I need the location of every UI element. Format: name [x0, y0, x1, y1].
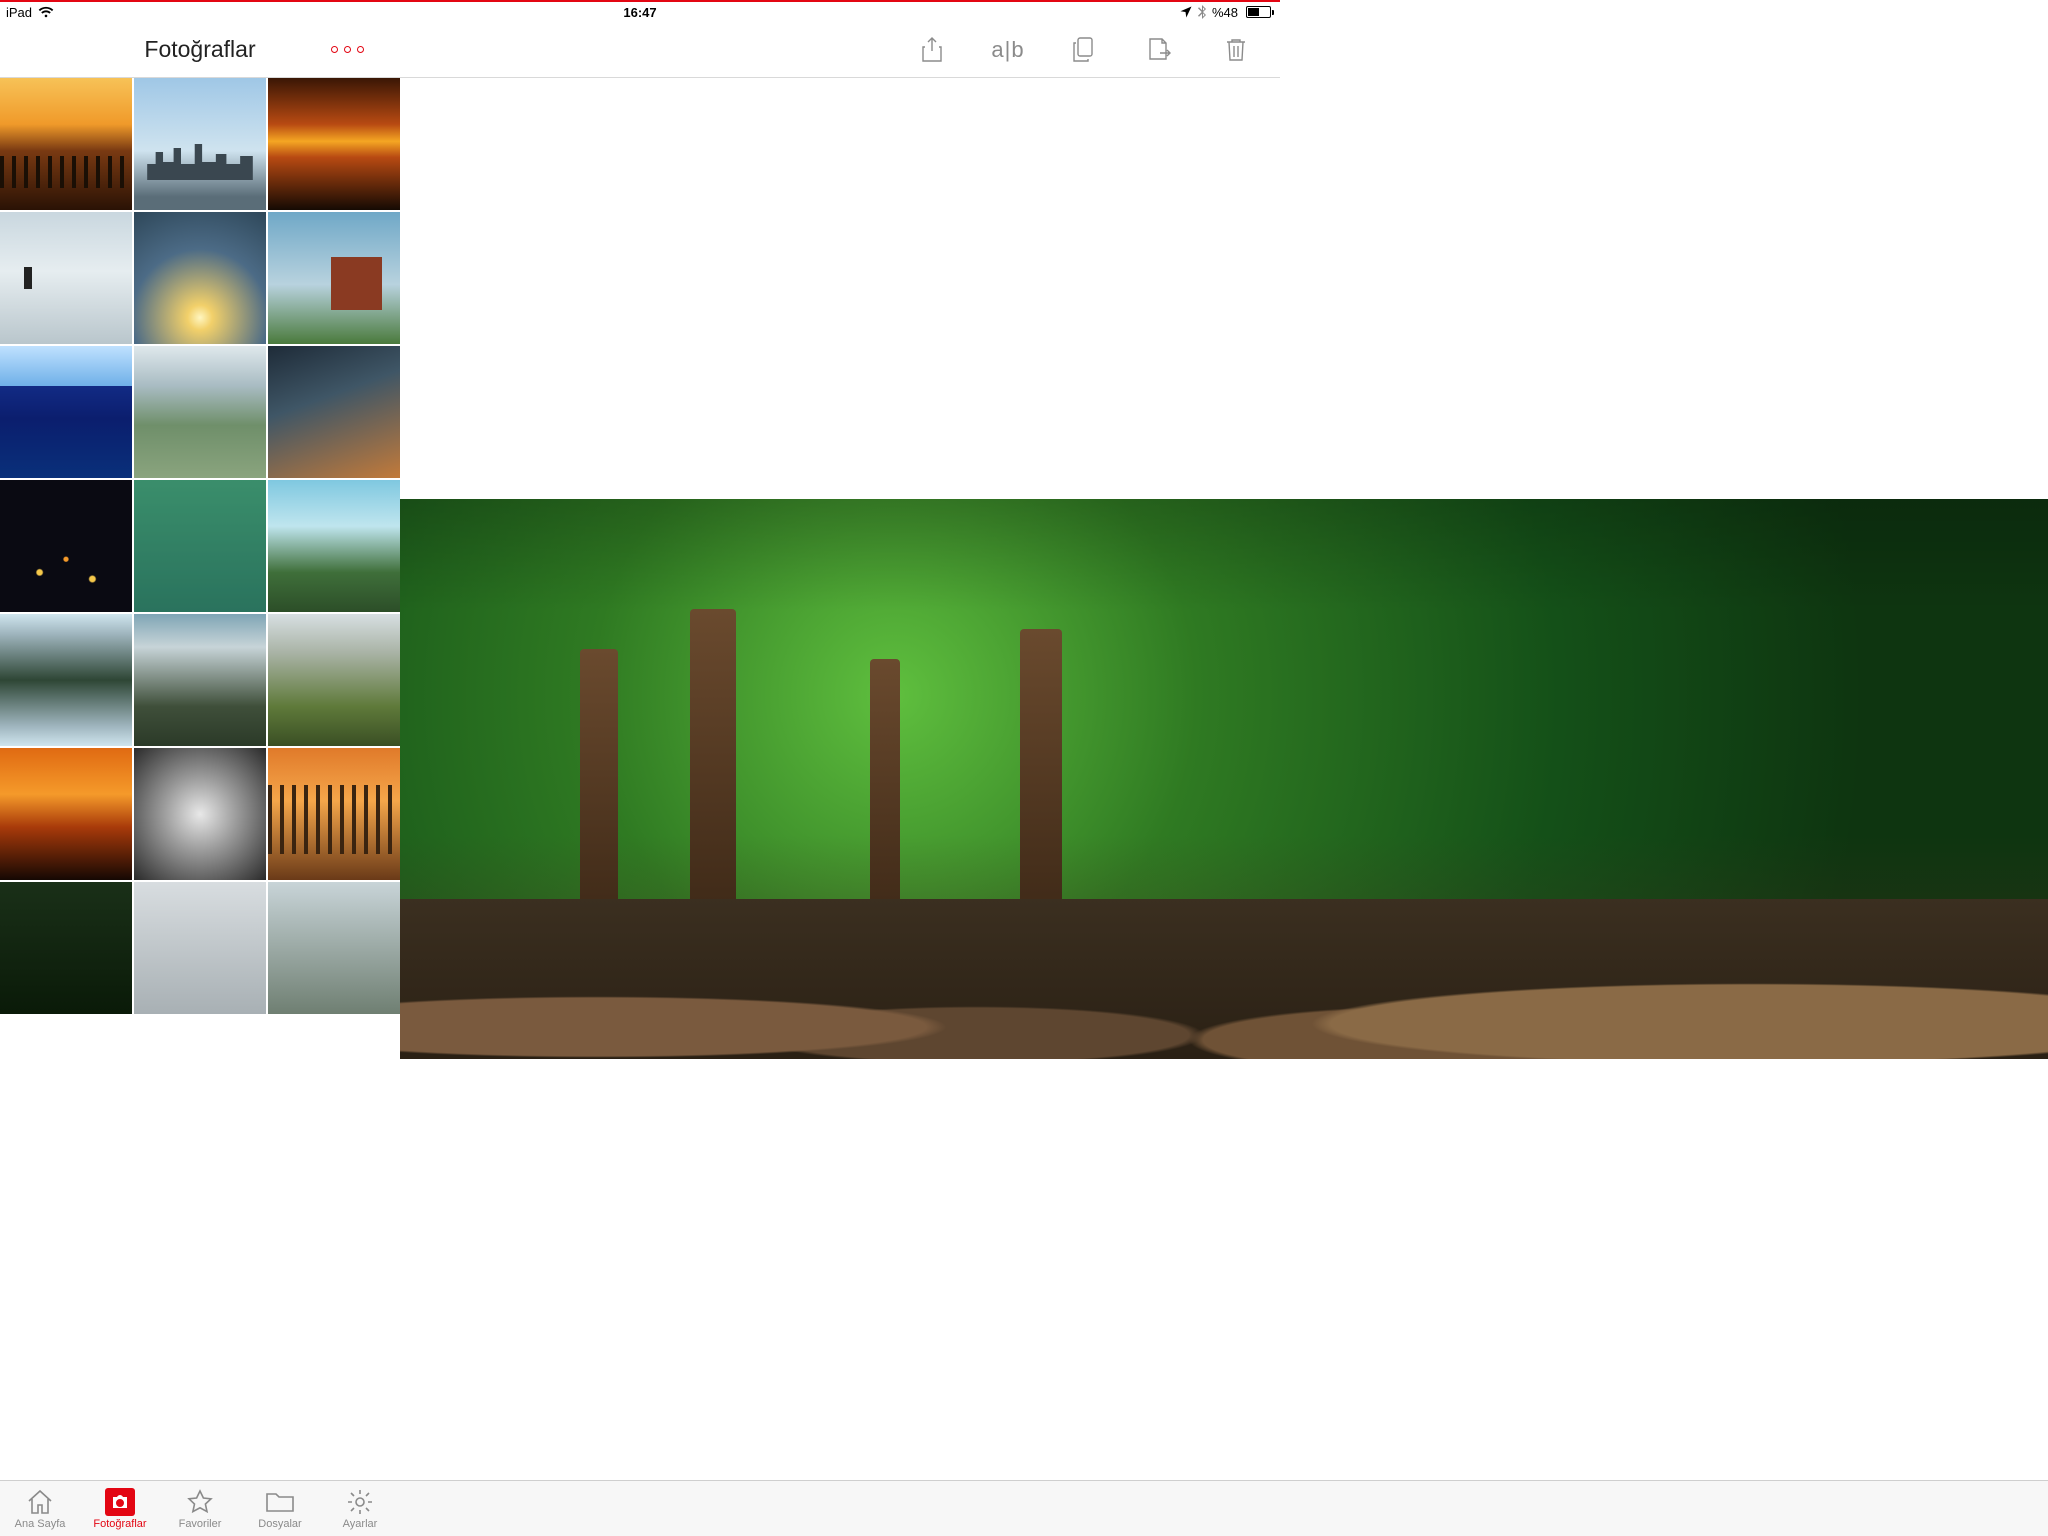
thumbnail[interactable]	[268, 748, 400, 880]
copy-button[interactable]	[1068, 34, 1100, 66]
tab-files[interactable]: Dosyalar	[240, 1488, 320, 1530]
tab-photos[interactable]: Fotoğraflar	[80, 1488, 160, 1530]
thumbnail[interactable]	[0, 748, 132, 880]
thumbnail[interactable]	[0, 346, 132, 478]
thumbnail-grid[interactable]	[0, 78, 400, 1480]
thumbnail[interactable]	[0, 480, 132, 612]
thumbnail[interactable]	[268, 212, 400, 344]
gear-icon	[345, 1488, 375, 1516]
thumbnail[interactable]	[134, 614, 266, 746]
wifi-icon	[38, 6, 54, 18]
photo-preview[interactable]	[400, 78, 2048, 1480]
thumbnail[interactable]	[134, 748, 266, 880]
thumbnail[interactable]	[268, 480, 400, 612]
thumbnail[interactable]	[134, 78, 266, 210]
thumbnail[interactable]	[0, 212, 132, 344]
thumbnail[interactable]	[134, 346, 266, 478]
thumbnail[interactable]	[134, 882, 266, 1014]
thumbnail[interactable]	[268, 346, 400, 478]
thumbnail[interactable]	[0, 614, 132, 746]
tab-label: Dosyalar	[258, 1518, 301, 1530]
device-label: iPad	[6, 5, 32, 20]
tab-label: Ana Sayfa	[15, 1518, 66, 1530]
sidebar-title: Fotoğraflar	[144, 36, 255, 63]
home-icon	[25, 1488, 55, 1516]
clock: 16:47	[623, 5, 656, 20]
thumbnail[interactable]	[268, 882, 400, 1014]
thumbnail[interactable]	[0, 78, 132, 210]
thumbnail[interactable]	[268, 78, 400, 210]
thumbnail[interactable]	[268, 614, 400, 746]
location-icon	[1180, 6, 1192, 18]
more-options-icon[interactable]	[331, 46, 364, 53]
tab-settings[interactable]: Ayarlar	[320, 1488, 400, 1530]
share-button[interactable]	[916, 34, 948, 66]
preview-image	[400, 499, 2048, 1059]
header: Fotoğraflar a|b	[0, 22, 1280, 78]
thumbnail[interactable]	[134, 212, 266, 344]
toolbar: a|b	[916, 34, 1280, 66]
thumbnail[interactable]	[0, 882, 132, 1014]
bluetooth-icon	[1198, 5, 1206, 19]
status-bar: iPad 16:47 %48	[0, 2, 1280, 22]
tab-bar: Ana Sayfa Fotoğraflar Favoriler Dosyalar	[0, 1480, 2048, 1536]
battery-icon	[1244, 6, 1274, 18]
star-icon	[185, 1488, 215, 1516]
tab-label: Fotoğraflar	[93, 1518, 146, 1530]
tab-home[interactable]: Ana Sayfa	[0, 1488, 80, 1530]
compare-button[interactable]: a|b	[992, 34, 1024, 66]
tab-label: Ayarlar	[343, 1518, 378, 1530]
tab-favorites[interactable]: Favoriler	[160, 1488, 240, 1530]
folder-icon	[265, 1488, 295, 1516]
export-button[interactable]	[1144, 34, 1176, 66]
delete-button[interactable]	[1220, 34, 1252, 66]
thumbnail-selected[interactable]	[134, 480, 266, 612]
tab-label: Favoriler	[179, 1518, 222, 1530]
photos-icon	[105, 1488, 135, 1516]
battery-percent: %48	[1212, 5, 1238, 20]
